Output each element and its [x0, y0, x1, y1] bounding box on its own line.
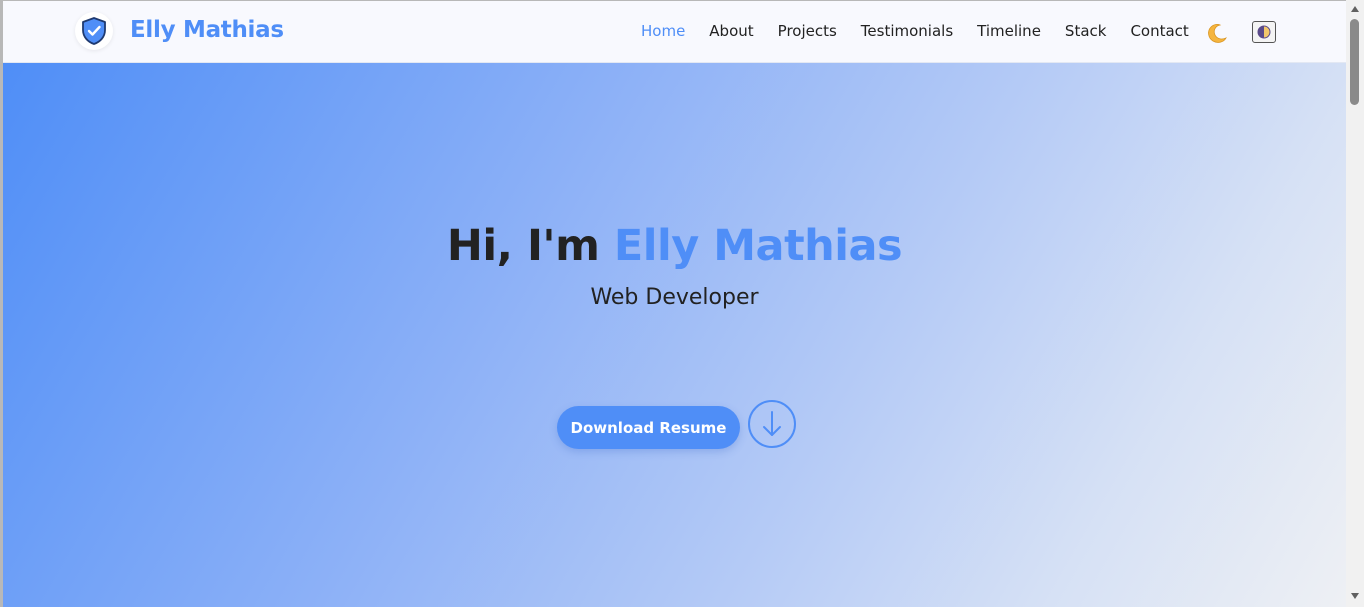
scrollbar-thumb[interactable]: [1350, 19, 1359, 105]
dark-mode-button[interactable]: [1205, 21, 1229, 45]
scroll-down-button[interactable]: [748, 400, 796, 448]
triangle-down-icon: [1351, 593, 1359, 599]
nav-item-stack[interactable]: Stack: [1065, 22, 1107, 40]
nav-item-timeline[interactable]: Timeline: [977, 22, 1041, 40]
scroll-up-arrow[interactable]: [1349, 3, 1361, 15]
navbar: Elly Mathias Home About Projects Testimo…: [3, 1, 1346, 63]
nav-item-contact[interactable]: Contact: [1130, 22, 1188, 40]
contrast-icon: [1257, 25, 1271, 39]
nav-links: Home About Projects Testimonials Timelin…: [641, 22, 1213, 40]
shield-check-icon: [82, 17, 106, 45]
download-resume-button[interactable]: Download Resume: [557, 406, 740, 449]
nav-item-about[interactable]: About: [709, 22, 753, 40]
triangle-up-icon: [1351, 6, 1359, 12]
nav-item-home[interactable]: Home: [641, 22, 685, 40]
brand-name[interactable]: Elly Mathias: [130, 17, 284, 43]
hero-name: Elly Mathias: [613, 221, 903, 271]
theme-toggle-button[interactable]: [1252, 21, 1276, 43]
hero-title: Hi, I'm Elly Mathias: [3, 221, 1346, 271]
nav-item-projects[interactable]: Projects: [778, 22, 837, 40]
page-scrollbar[interactable]: [1346, 0, 1364, 607]
arrow-down-icon: [763, 411, 781, 436]
moon-icon: [1208, 24, 1227, 43]
hero-section: Hi, I'm Elly Mathias Web Developer Downl…: [3, 63, 1346, 607]
nav-item-testimonials[interactable]: Testimonials: [861, 22, 953, 40]
scroll-down-arrow[interactable]: [1349, 590, 1361, 602]
hero-role: Web Developer: [590, 285, 759, 310]
logo[interactable]: [75, 12, 113, 50]
hero-greeting: Hi, I'm: [446, 221, 600, 271]
